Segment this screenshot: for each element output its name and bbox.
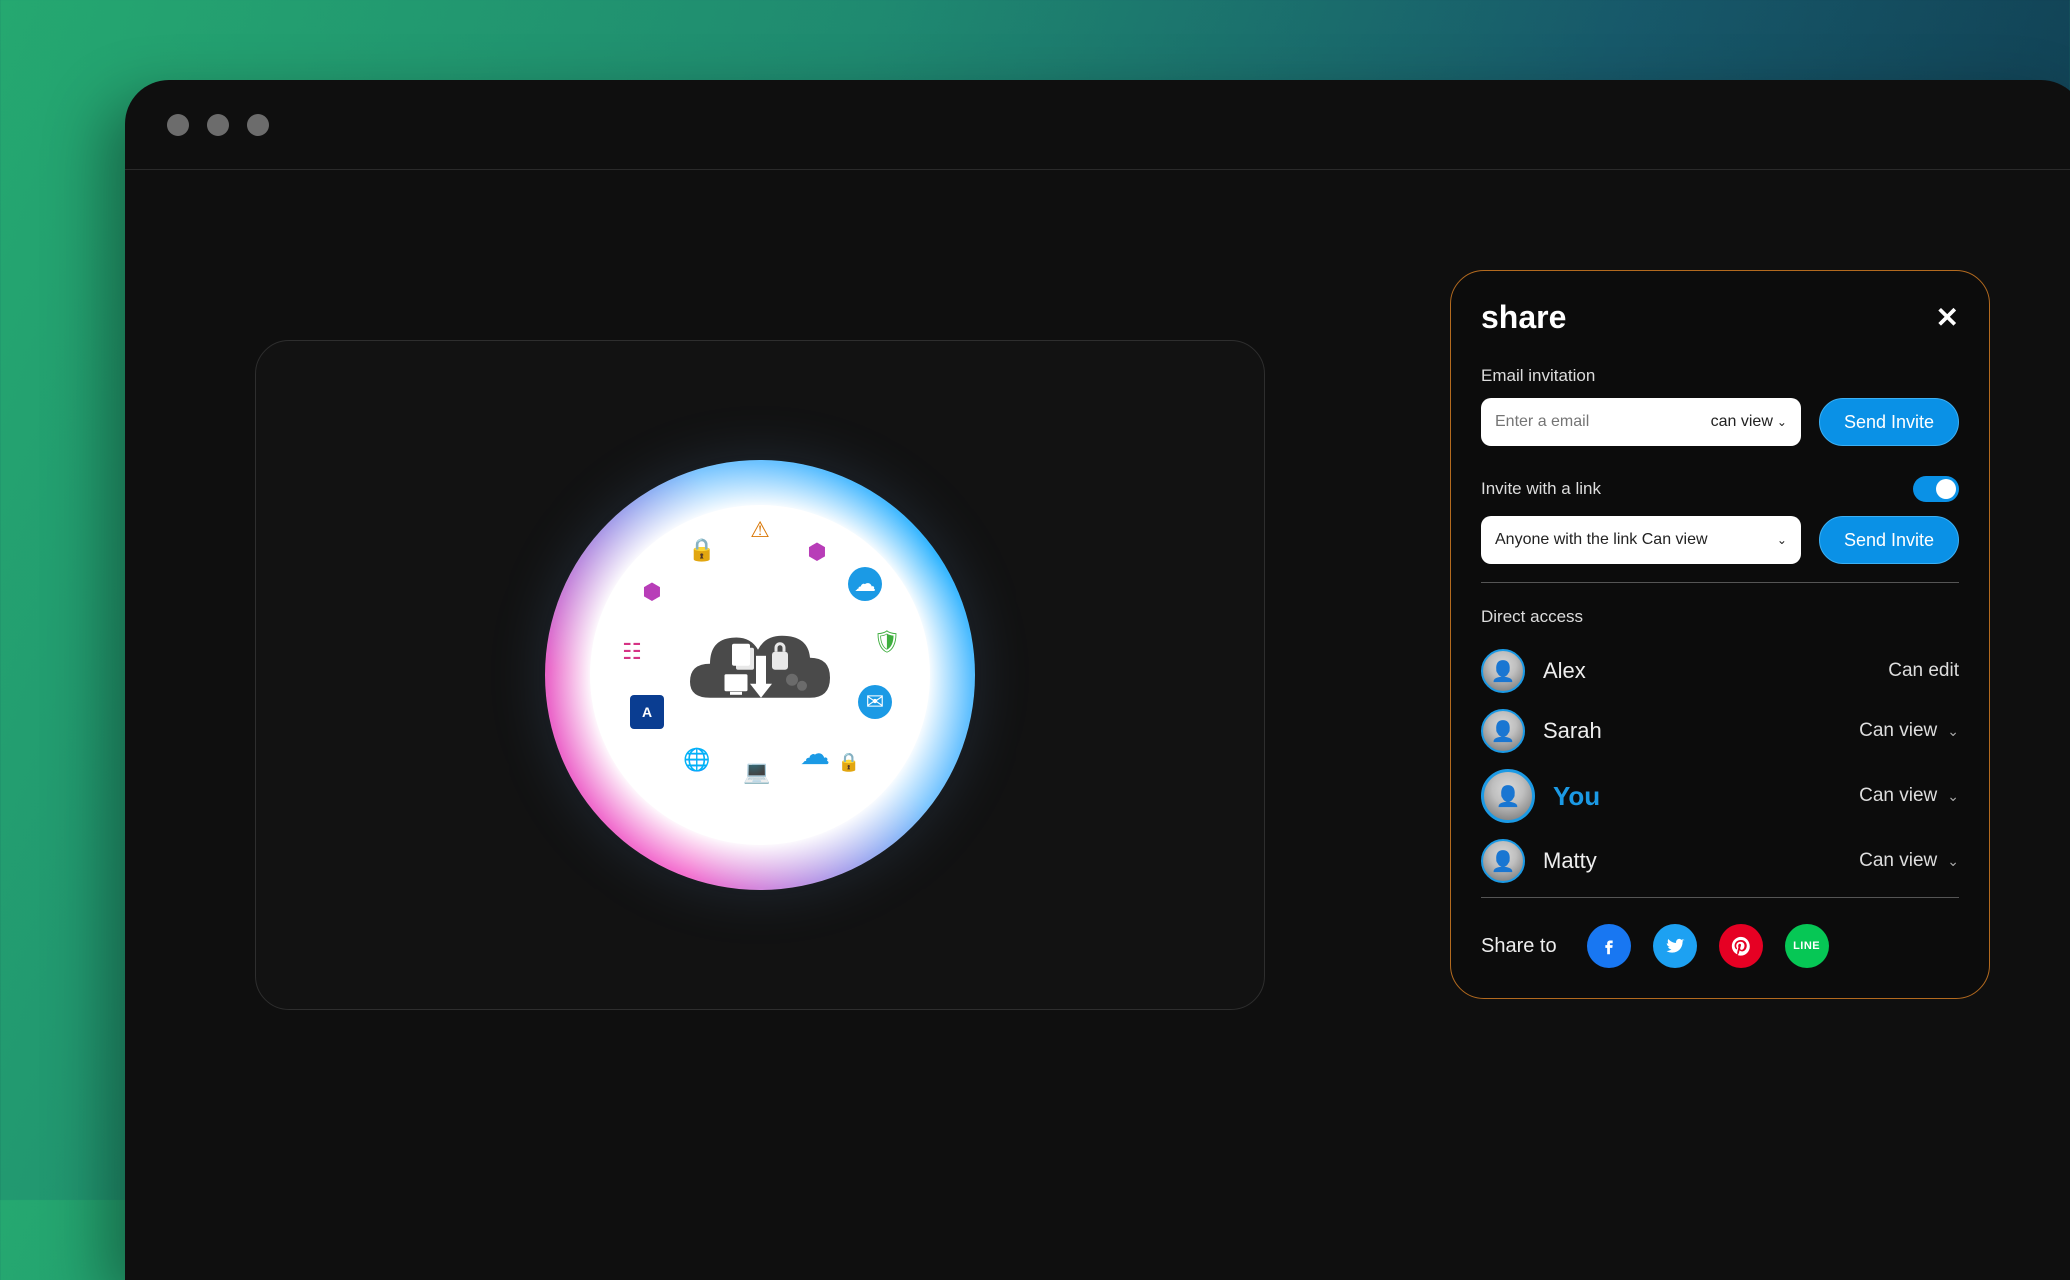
laptop-search-icon: 💻 xyxy=(740,755,774,789)
line-icon[interactable]: LINE xyxy=(1785,924,1829,968)
shield-icon: 🛡 xyxy=(870,625,904,659)
person-name: Matty xyxy=(1543,848,1597,874)
link-permission-value: Anyone with the link Can view xyxy=(1495,531,1708,549)
divider xyxy=(1481,897,1959,898)
person-name: Alex xyxy=(1543,658,1586,684)
server-icon: ☷ xyxy=(615,635,649,669)
person-permission-dropdown[interactable]: Can view ⌄ xyxy=(1859,785,1959,807)
person-row: 👤 Alex Can edit xyxy=(1481,641,1959,701)
person-permission-dropdown[interactable]: Can view ⌄ xyxy=(1859,850,1959,872)
email-invitation-label: Email invitation xyxy=(1481,366,1959,386)
link-permission-dropdown[interactable]: Anyone with the link Can view ⌄ xyxy=(1481,516,1801,564)
avatar: 👤 xyxy=(1481,839,1525,883)
mail-icon: ✉ xyxy=(858,685,892,719)
avatar: 👤 xyxy=(1481,769,1535,823)
window-control-close[interactable] xyxy=(167,114,189,136)
send-link-invite-button[interactable]: Send Invite xyxy=(1819,516,1959,564)
hex-cloud-icon: ⬢ xyxy=(635,575,669,609)
avatar: 👤 xyxy=(1481,709,1525,753)
warning-icon: ⚠ xyxy=(743,513,777,547)
person-permission-value: Can view xyxy=(1859,850,1937,872)
person-name: You xyxy=(1553,781,1600,812)
person-permission-value: Can view xyxy=(1859,720,1937,742)
window-control-zoom[interactable] xyxy=(247,114,269,136)
divider xyxy=(1481,582,1959,583)
invite-link-label: Invite with a link xyxy=(1481,479,1601,499)
share-to-label: Share to xyxy=(1481,935,1557,958)
cloud-icon xyxy=(670,618,850,728)
chevron-down-icon: ⌄ xyxy=(1947,853,1959,870)
send-invite-button[interactable]: Send Invite xyxy=(1819,398,1959,446)
titlebar xyxy=(125,80,2070,170)
padlock-small-icon: 🔒 xyxy=(832,745,866,779)
person-permission-dropdown: Can edit xyxy=(1888,660,1959,682)
cloud-small-icon: ☁ xyxy=(798,737,832,771)
window-control-minimize[interactable] xyxy=(207,114,229,136)
person-permission-value: Can view xyxy=(1859,785,1937,807)
person-permission-dropdown[interactable]: Can view ⌄ xyxy=(1859,720,1959,742)
close-icon[interactable]: ✕ xyxy=(1936,304,1959,332)
person-row: 👤 Matty Can view ⌄ xyxy=(1481,831,1959,891)
content-area: ⚠ 🔒 ⬢ ⬢ ☁ 🛡 ☷ A ✉ 🌐 💻 ☁ 🔒 sh xyxy=(125,170,2070,1280)
person-row: 👤 You Can view ⌄ xyxy=(1481,761,1959,831)
email-input[interactable] xyxy=(1495,413,1711,431)
person-row: 👤 Sarah Can view ⌄ xyxy=(1481,701,1959,761)
direct-access-label: Direct access xyxy=(1481,607,1959,627)
email-permission-dropdown[interactable]: can view ⌄ xyxy=(1711,413,1787,431)
preview-card: ⚠ 🔒 ⬢ ⬢ ☁ 🛡 ☷ A ✉ 🌐 💻 ☁ 🔒 xyxy=(255,340,1265,1010)
direct-access-list: 👤 Alex Can edit 👤 Sarah Can view ⌄ 👤 You Can view… xyxy=(1481,641,1959,891)
chevron-down-icon: ⌄ xyxy=(1947,788,1959,805)
cloud-security-graphic: ⚠ 🔒 ⬢ ⬢ ☁ 🛡 ☷ A ✉ 🌐 💻 ☁ 🔒 xyxy=(545,460,975,890)
facebook-icon[interactable] xyxy=(1587,924,1631,968)
chevron-down-icon: ⌄ xyxy=(1947,723,1959,740)
share-to-row: Share to LINE xyxy=(1481,924,1959,968)
cloud-badge-icon: ☁ xyxy=(848,567,882,601)
email-permission-value: can view xyxy=(1711,413,1773,431)
hex-user-icon: ⬢ xyxy=(800,535,834,569)
email-field-wrapper: can view ⌄ xyxy=(1481,398,1801,446)
share-panel: share ✕ Email invitation can view ⌄ Send… xyxy=(1450,270,1990,999)
link-toggle[interactable] xyxy=(1913,476,1959,502)
person-permission-value: Can edit xyxy=(1888,660,1959,682)
person-name: Sarah xyxy=(1543,718,1602,744)
share-title: share xyxy=(1481,299,1566,336)
chevron-down-icon: ⌄ xyxy=(1777,415,1787,429)
globe-icon: 🌐 xyxy=(680,743,714,777)
app-window: ⚠ 🔒 ⬢ ⬢ ☁ 🛡 ☷ A ✉ 🌐 💻 ☁ 🔒 sh xyxy=(125,80,2070,1280)
twitter-icon[interactable] xyxy=(1653,924,1697,968)
security-badge-icon: A xyxy=(630,695,664,729)
pinterest-icon[interactable] xyxy=(1719,924,1763,968)
avatar: 👤 xyxy=(1481,649,1525,693)
padlock-icon: 🔒 xyxy=(685,533,719,567)
chevron-down-icon: ⌄ xyxy=(1777,533,1787,547)
